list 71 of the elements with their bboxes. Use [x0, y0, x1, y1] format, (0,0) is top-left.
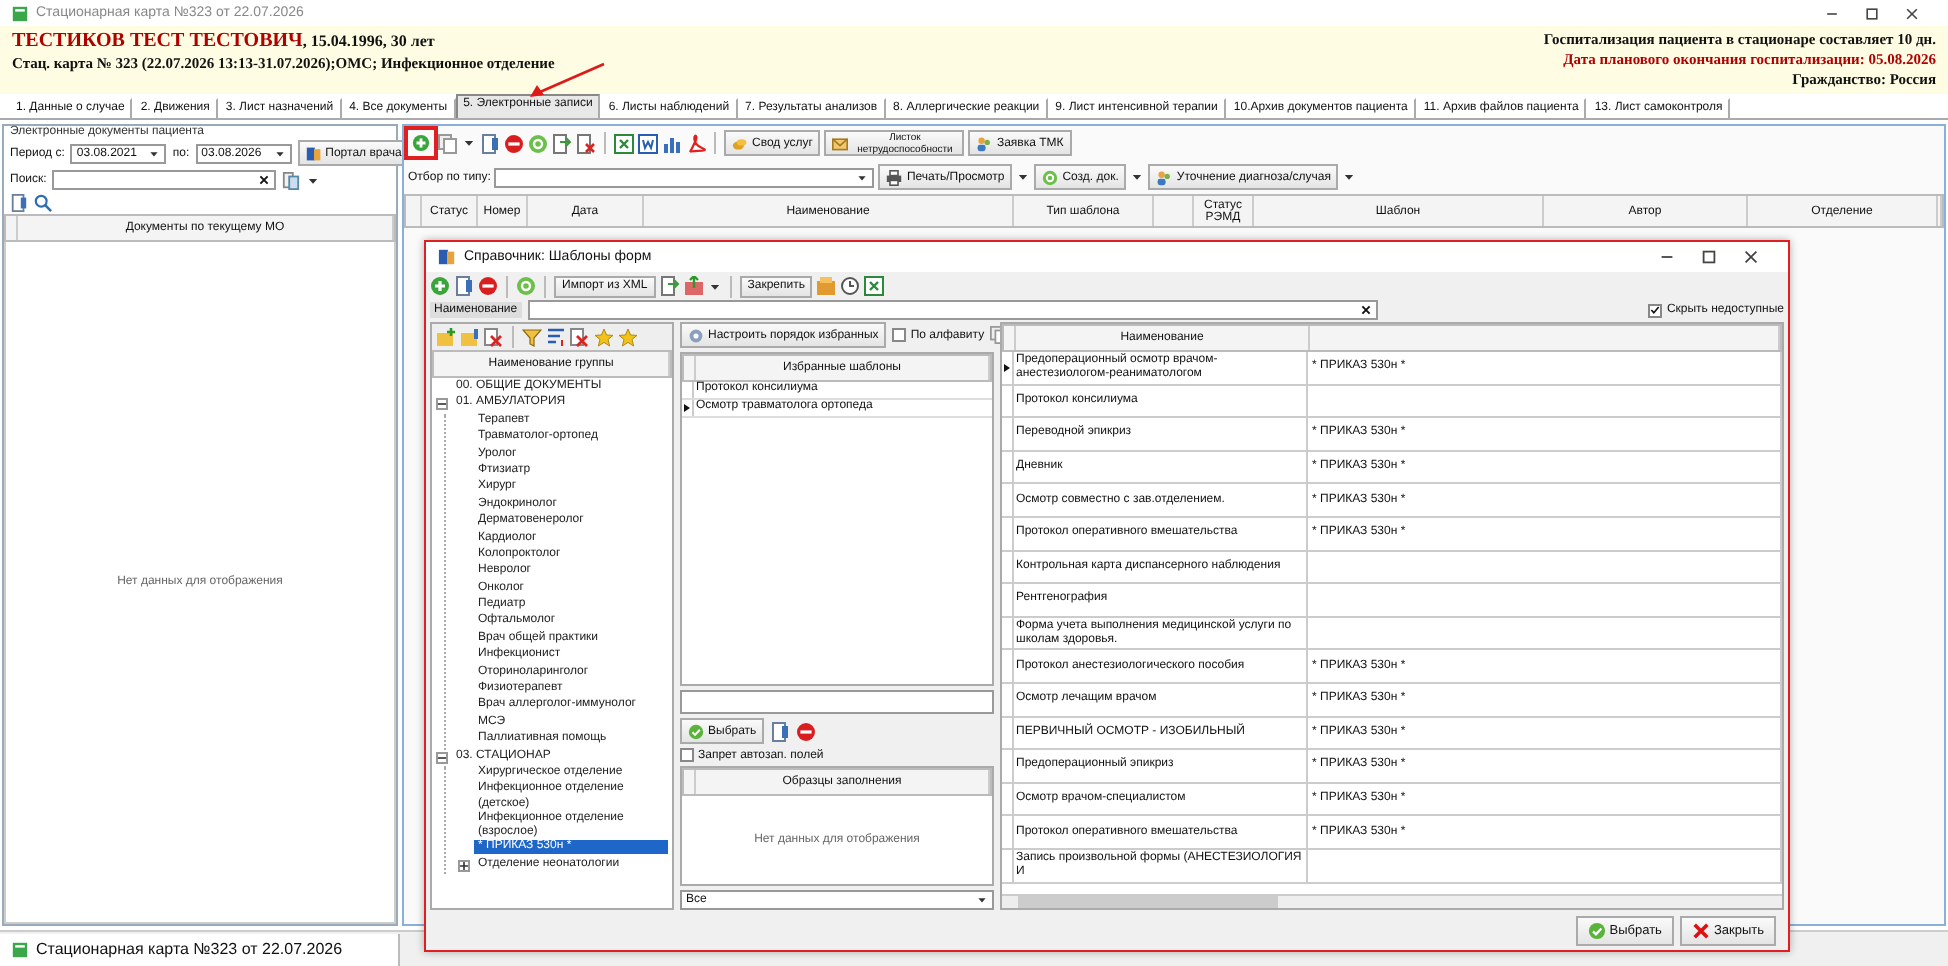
- star-icon: [618, 327, 638, 347]
- name-field[interactable]: [527, 300, 1378, 320]
- sort-icon: [546, 327, 566, 347]
- stop-icon: [504, 133, 524, 153]
- document-delete-icon: [576, 133, 596, 153]
- caret-icon: [306, 173, 321, 187]
- stop-icon: [478, 276, 498, 296]
- stop-icon: [796, 721, 817, 741]
- document-icon: [480, 133, 500, 153]
- expander[interactable]: [436, 751, 448, 764]
- caret-icon: [976, 894, 988, 906]
- document-icon: [454, 276, 474, 296]
- box-icon: [816, 276, 837, 296]
- delete-icon: [484, 327, 504, 347]
- document-import-icon: [552, 133, 572, 153]
- checkbox[interactable]: [1648, 303, 1663, 317]
- delete-icon: [570, 327, 590, 347]
- envelope-icon: [832, 135, 849, 151]
- expander[interactable]: [436, 398, 448, 411]
- caret-icon: [1016, 170, 1031, 184]
- search-icon: [34, 194, 52, 212]
- export-icon: [683, 276, 704, 296]
- maximize-icon: [1864, 5, 1880, 21]
- book-icon: [438, 248, 456, 266]
- folder-edit-icon: [460, 327, 480, 347]
- checkbox[interactable]: [680, 748, 694, 762]
- star-icon: [594, 327, 614, 347]
- patient-name: ТЕСТИКОВ ТЕСТ ТЕСТОВИЧ, 15.04.1996, 30 лет: [12, 30, 437, 52]
- app-icon: [12, 941, 28, 957]
- people-icon: [976, 135, 993, 151]
- scrollbar[interactable]: [1002, 894, 1782, 908]
- pdf-icon: [686, 133, 706, 153]
- check-icon: [1587, 922, 1606, 940]
- spreadsheet-icon: [614, 133, 634, 153]
- copy-icon: [438, 133, 458, 153]
- caret-icon: [707, 279, 722, 293]
- printer-icon: [886, 169, 903, 185]
- people-icon: [1156, 169, 1173, 185]
- maximize-icon: [1700, 248, 1718, 266]
- spreadsheet-icon: [864, 276, 885, 296]
- checkbox[interactable]: [892, 328, 907, 342]
- close-icon: [1904, 5, 1920, 21]
- text-field[interactable]: [680, 690, 994, 714]
- close-icon: [1742, 248, 1760, 266]
- caret-icon: [856, 171, 869, 183]
- type-filter-field[interactable]: [494, 167, 875, 187]
- folder-add-icon: [436, 327, 456, 347]
- book-icon: [305, 145, 322, 161]
- clear-icon: [258, 174, 271, 186]
- caret-icon: [462, 136, 476, 150]
- chart-icon: [662, 133, 682, 153]
- app-icon: [12, 5, 28, 21]
- add-icon: [412, 134, 430, 152]
- document-icon: [770, 721, 791, 741]
- clock-icon: [840, 276, 861, 296]
- add-button[interactable]: [408, 130, 434, 156]
- taskbar-item[interactable]: Стационарная карта №323 от 22.07.2026: [0, 933, 400, 965]
- caret-icon: [273, 147, 286, 159]
- expander[interactable]: [458, 859, 470, 872]
- caret-icon: [148, 147, 161, 159]
- caret-icon: [1342, 170, 1357, 184]
- check-icon: [688, 723, 704, 739]
- clear-icon: [1359, 304, 1372, 316]
- caret-icon: [1130, 170, 1145, 184]
- coins-icon: [732, 135, 748, 151]
- search-field[interactable]: [52, 170, 277, 190]
- add-icon: [430, 276, 450, 296]
- page-icon: [282, 171, 301, 189]
- close-icon: [1691, 922, 1710, 940]
- document-import-icon: [659, 276, 680, 296]
- word-document-icon: [638, 133, 658, 153]
